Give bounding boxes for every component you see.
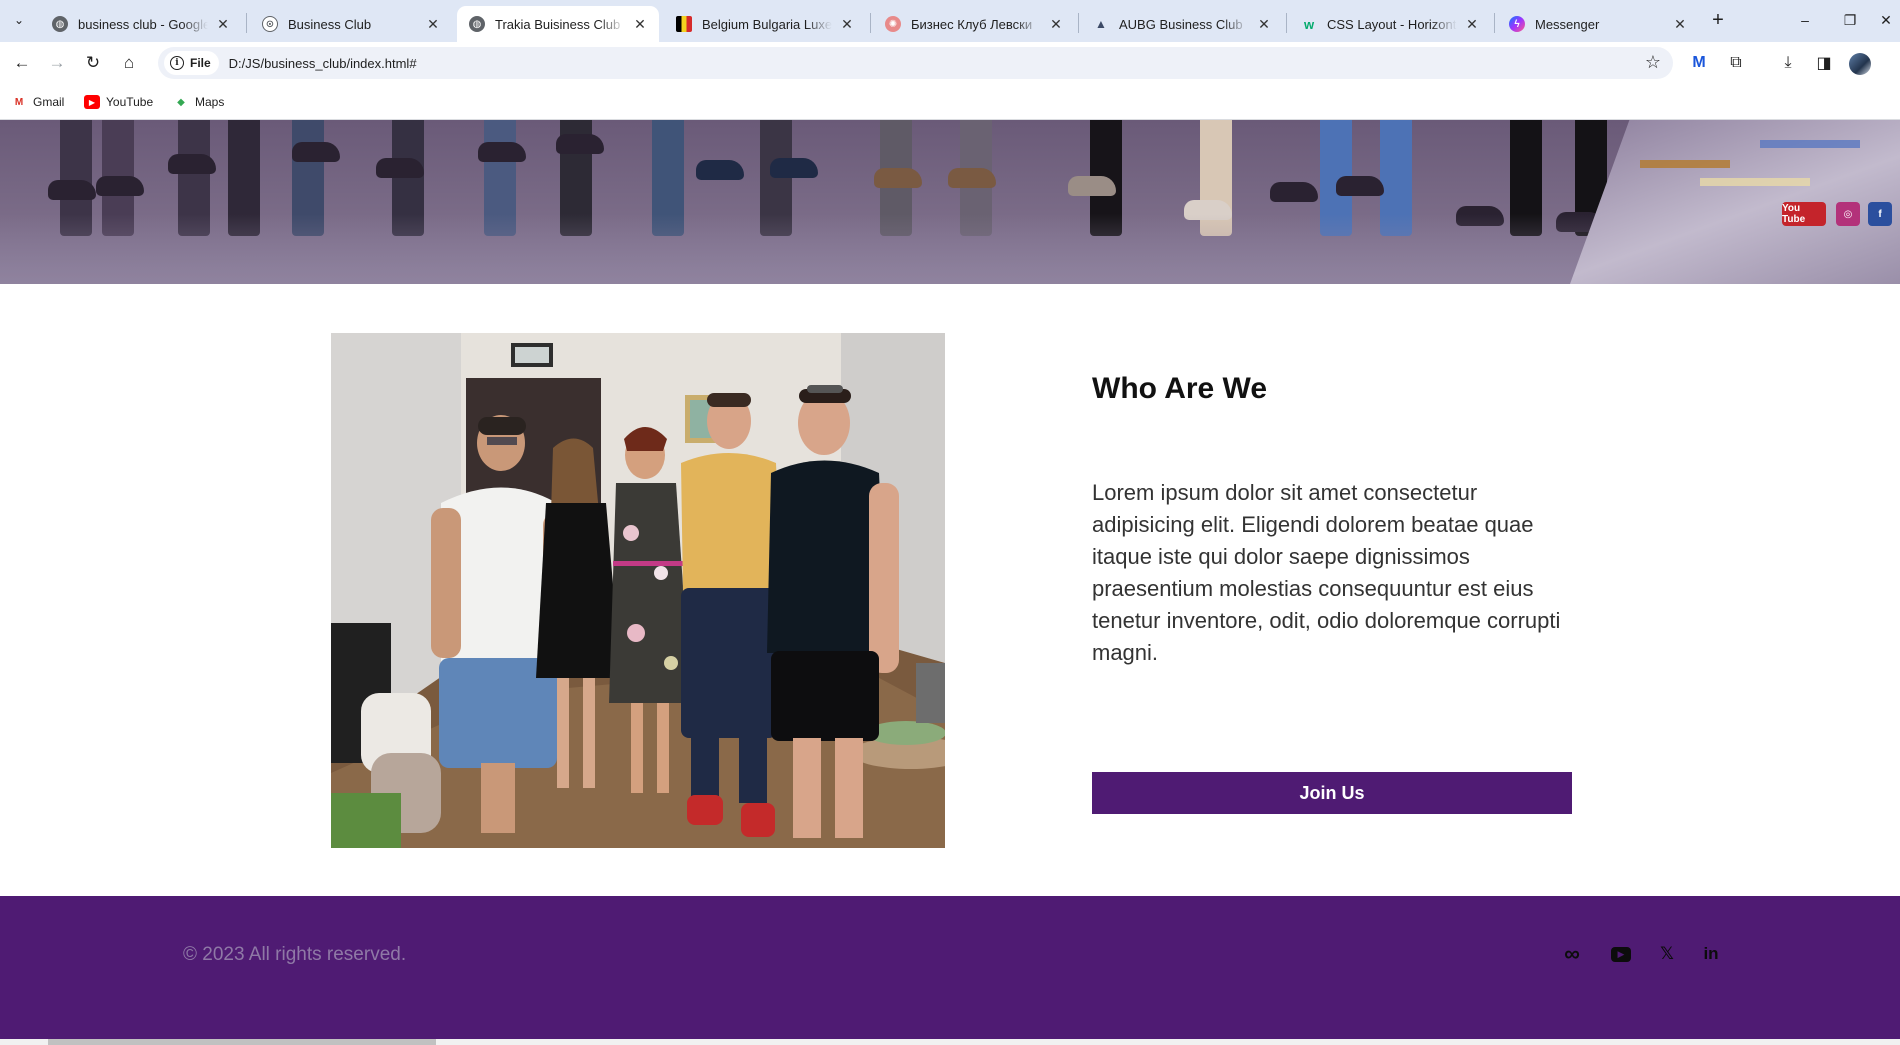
close-tab-icon[interactable]: ✕ [1463,16,1481,33]
tab-title: Бизнес Клуб Левски [911,16,1033,32]
linkedin-icon[interactable]: in [1697,940,1725,968]
hero-instagram-logo: ◎ [1836,202,1860,226]
globe-icon: ◍ [469,16,485,32]
tab-css-layout[interactable]: w CSS Layout - Horizontal & Vertical ✕ [1289,6,1491,42]
x-twitter-icon[interactable]: 𝕏 [1653,940,1681,968]
forward-button[interactable]: → [43,49,71,77]
tab-levski-club[interactable]: ✺ Бизнес Клуб Левски ✕ [873,6,1075,42]
download-icon[interactable]: ⤓ [1776,51,1800,75]
close-tab-icon[interactable]: ✕ [1671,16,1689,33]
tab-title: Trakia Buisiness Club [495,16,621,32]
bookmark-label: YouTube [106,95,154,109]
close-tab-icon[interactable]: ✕ [838,16,856,33]
flag-icon [676,16,692,32]
info-icon: i [170,56,184,70]
address-bar[interactable]: i File D:/JS/business_club/index.html# ☆ [158,47,1673,79]
team-photo [331,333,945,848]
join-us-button[interactable]: Join Us [1092,772,1572,814]
home-button[interactable]: ⌂ [115,49,143,77]
club-logo-icon: ✺ [885,16,901,32]
url-text[interactable]: D:/JS/business_club/index.html# [229,56,417,71]
youtube-icon: ▶ [84,95,100,109]
tab-separator [1078,13,1079,33]
close-tab-icon[interactable]: ✕ [214,16,232,33]
reload-button[interactable]: ↻ [79,49,107,77]
youtube-icon[interactable]: ▶ [1607,940,1635,968]
close-tab-icon[interactable]: ✕ [1047,16,1065,33]
bookmark-gmail[interactable]: M Gmail [11,92,65,112]
tab-title: Business Club [288,16,372,32]
bookmarks-bar: M Gmail ▶ YouTube ◆ Maps [0,84,1900,120]
tab-search-dropdown-icon[interactable]: ⌄ [6,8,32,32]
bookmark-youtube[interactable]: ▶ YouTube [84,92,153,112]
minimize-button[interactable]: – [1785,6,1825,34]
scrollbar-thumb[interactable] [48,1039,436,1045]
about-title: Who Are We [1092,372,1268,405]
tab-separator [246,13,247,33]
tab-title: business club - Google Търсене [78,16,208,32]
maps-pin-icon: ◆ [177,96,185,108]
side-panel-icon[interactable]: ◨ [1812,51,1836,75]
hero-banner-image: You Tube ◎ f [0,120,1900,284]
site-info-chip[interactable]: i File [164,51,219,75]
new-tab-button[interactable]: + [1704,8,1732,32]
hero-youtube-logo: You Tube [1782,202,1826,226]
about-section: Who Are We Lorem ipsum dolor sit amet co… [0,284,1900,896]
bookmark-star-icon[interactable]: ☆ [1645,52,1661,73]
tab-separator [870,13,871,33]
browser-toolbar: ← → ↻ ⌂ i File D:/JS/business_club/index… [0,42,1900,84]
w3schools-icon: w [1303,16,1315,32]
bookmark-label: Maps [195,95,225,109]
globe-icon: ⊙ [262,16,278,32]
bookmark-maps[interactable]: ◆ Maps [173,92,224,112]
hero-facebook-logo: f [1868,202,1892,226]
tab-strip: ⌄ ◍ business club - Google Търсене ✕ ⊙ B… [0,0,1900,42]
copyright-text: © 2023 All rights reserved. [183,944,407,965]
tab-belgium-bulgaria[interactable]: Belgium Bulgaria Luxembourg ✕ [664,6,866,42]
tab-title: Belgium Bulgaria Luxembourg [702,16,832,32]
profile-avatar[interactable] [1849,53,1871,75]
site-chip-label: File [190,56,211,70]
extension-m-icon[interactable]: M [1687,51,1711,75]
extensions-puzzle-icon[interactable]: ⧉ [1724,51,1748,75]
close-window-button[interactable]: ✕ [1872,6,1900,34]
gmail-icon: M [14,96,24,108]
tab-title: CSS Layout - Horizontal & Vertical [1327,16,1457,32]
page-viewport: You Tube ◎ f Who Are We Lorem ipsum dolo… [0,120,1900,1045]
tab-separator [1494,13,1495,33]
tab-messenger[interactable]: ϟ Messenger ✕ [1497,6,1699,42]
tab-separator [1286,13,1287,33]
close-tab-icon[interactable]: ✕ [1255,16,1273,33]
aubg-logo-icon: ▲ [1095,17,1107,31]
page-footer: © 2023 All rights reserved. ∞ ▶ 𝕏 in [0,896,1900,1045]
tab-business-club[interactable]: ⊙ Business Club ✕ [250,6,452,42]
close-tab-icon[interactable]: ✕ [424,16,442,33]
tab-trakia-business-club[interactable]: ◍ Trakia Buisiness Club ✕ [457,6,659,42]
tab-title: AUBG Business Club [1119,16,1243,32]
restore-button[interactable]: ❐ [1830,6,1870,34]
globe-icon: ◍ [52,16,68,32]
tab-google-search[interactable]: ◍ business club - Google Търсене ✕ [40,6,242,42]
tab-aubg-business-club[interactable]: ▲ AUBG Business Club ✕ [1081,6,1283,42]
tab-title: Messenger [1535,16,1600,32]
bookmark-label: Gmail [33,95,65,109]
youtube-play-glyph: ▶ [1611,946,1631,962]
horizontal-scrollbar[interactable] [0,1039,1900,1045]
meta-icon[interactable]: ∞ [1558,940,1586,968]
back-button[interactable]: ← [8,49,36,77]
about-description: Lorem ipsum dolor sit amet consectetur a… [1092,480,1561,665]
messenger-icon: ϟ [1509,16,1525,32]
close-tab-icon[interactable]: ✕ [631,16,649,33]
